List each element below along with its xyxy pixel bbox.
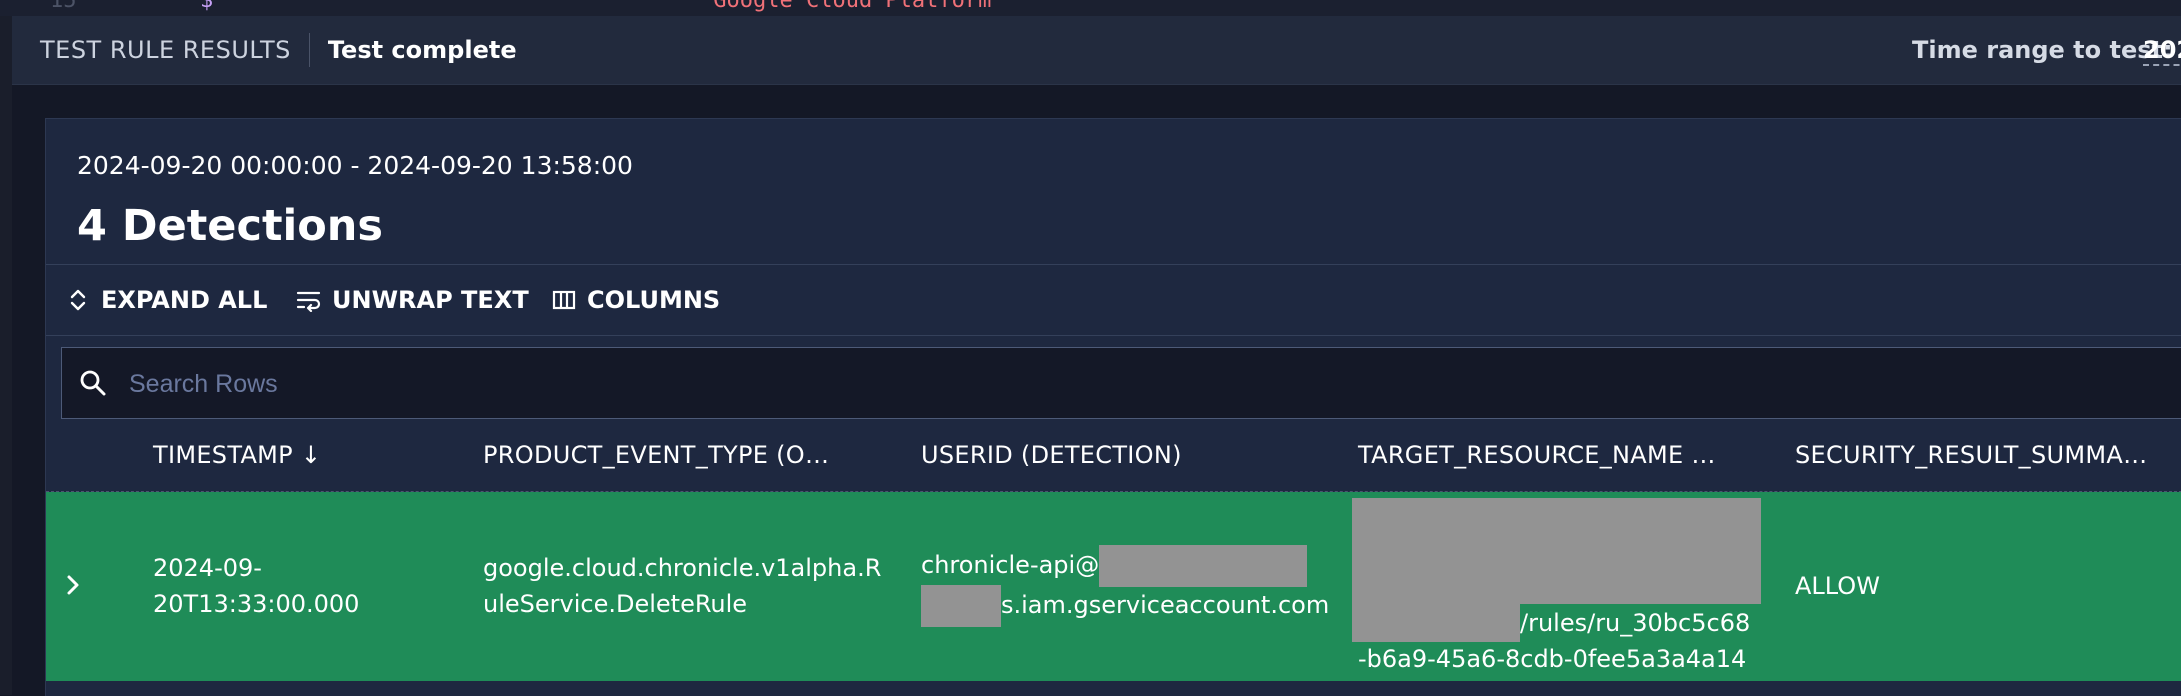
results-title: TEST RULE RESULTS — [40, 36, 291, 64]
test-results-header: TEST RULE RESULTS Test complete Time ran… — [12, 16, 2181, 85]
search-rows-input[interactable] — [127, 348, 2031, 420]
left-gutter — [0, 16, 12, 695]
detections-count-title: 4 Detections — [77, 201, 383, 251]
search-rows-field[interactable] — [61, 347, 2181, 420]
columns-button[interactable]: COLUMNS — [551, 265, 720, 335]
code-editor-strip: 15 $ "Google Cloud Platform" — [0, 0, 2181, 16]
redaction-block — [921, 585, 1001, 627]
column-header-target-resource-name[interactable]: TARGET_RESOURCE_NAME … — [1358, 419, 1716, 491]
expand-all-label: EXPAND ALL — [101, 286, 268, 314]
table-toolbar: EXPAND ALL UNWRAP TEXT COLUMNS — [46, 264, 2181, 336]
search-icon — [78, 368, 108, 398]
column-header-security-result-summary[interactable]: SECURITY_RESULT_SUMMA… — [1795, 419, 2147, 491]
columns-label: COLUMNS — [587, 286, 721, 314]
userid-cell: chronicle-api@ s.iam.gserviceaccount.com — [921, 545, 1330, 627]
redaction-block — [1352, 604, 1520, 642]
chevron-right-icon[interactable] — [58, 570, 88, 600]
timestamp-line: 2024-09- — [153, 554, 262, 582]
test-status: Test complete — [327, 36, 517, 64]
redaction-block — [1352, 498, 1761, 604]
expand-collapse-icon — [65, 287, 91, 313]
table-row[interactable]: 2024-09- 20T13:33:00.000 google.cloud.ch… — [46, 492, 2181, 681]
event-type-line: uleService.DeleteRule — [483, 590, 748, 618]
results-panel: 2024-09-20 00:00:00 - 2024-09-20 13:58:0… — [45, 118, 2181, 696]
target-resource-line: /rules/ru_30bc5c68 — [1520, 609, 1751, 637]
userid-prefix: chronicle-api@ — [921, 551, 1100, 579]
header-divider — [308, 33, 310, 67]
unwrap-text-button[interactable]: UNWRAP TEXT — [296, 265, 529, 335]
time-range-selector[interactable]: 2024 — [2143, 36, 2181, 66]
column-header-product-event-type[interactable]: PRODUCT_EVENT_TYPE (O… — [483, 419, 829, 491]
code-token: "Google Cloud Platform" — [700, 0, 1005, 13]
event-type-line: google.cloud.chronicle.v1alpha.R — [483, 554, 882, 582]
table-header: TIMESTAMP ↓ PRODUCT_EVENT_TYPE (O… USERI… — [46, 419, 2181, 492]
column-header-userid[interactable]: USERID (DETECTION) — [921, 419, 1182, 491]
target-resource-line: -b6a9-45a6-8cdb-0fee5a3a4a14 — [1358, 645, 1747, 673]
columns-icon — [551, 287, 577, 313]
code-token: $ — [200, 0, 214, 13]
timestamp-cell: 2024-09- 20T13:33:00.000 — [153, 550, 359, 622]
timestamp-line: 20T13:33:00.000 — [153, 590, 360, 618]
userid-suffix: s.iam.gserviceaccount.com — [1001, 591, 1330, 619]
column-header-timestamp[interactable]: TIMESTAMP ↓ — [153, 419, 321, 491]
line-number: 15 — [50, 0, 77, 13]
security-result-cell: ALLOW — [1795, 572, 1880, 600]
time-range-label: Time range to test: — [1912, 36, 2173, 64]
event-type-cell: google.cloud.chronicle.v1alpha.R uleServ… — [483, 550, 881, 622]
expand-all-button[interactable]: EXPAND ALL — [65, 265, 267, 335]
date-range: 2024-09-20 00:00:00 - 2024-09-20 13:58:0… — [77, 151, 633, 180]
unwrap-text-label: UNWRAP TEXT — [332, 286, 529, 314]
redaction-block — [1099, 545, 1308, 587]
wrap-text-icon — [296, 287, 322, 313]
